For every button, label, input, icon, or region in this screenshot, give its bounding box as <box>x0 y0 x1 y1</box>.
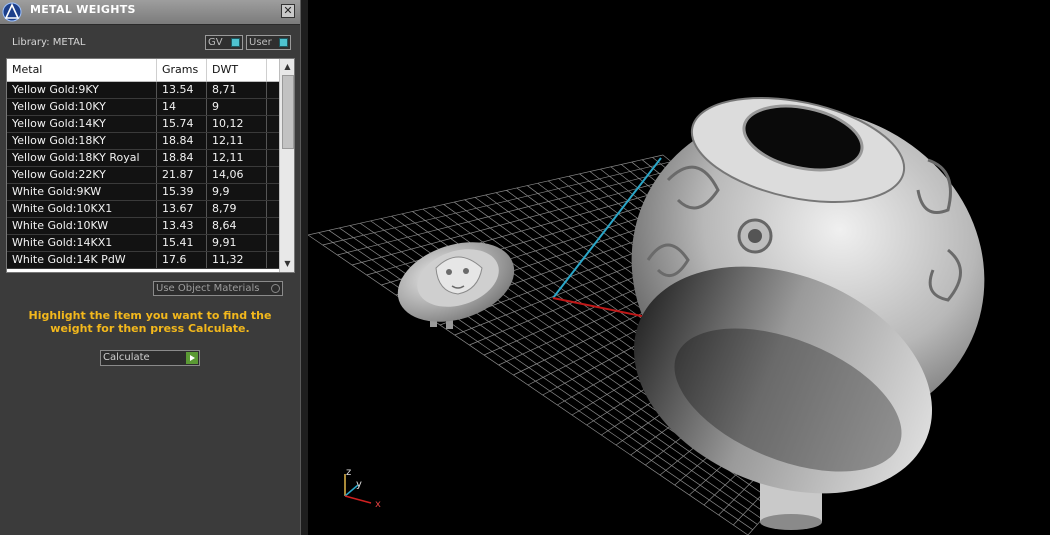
metal-weights-panel: METAL WEIGHTS ✕ Library: METAL GV User M… <box>0 0 300 535</box>
cell-dwt: 14,06 <box>207 167 267 183</box>
cell-grams: 18.84 <box>157 150 207 166</box>
cell-dwt: 10,12 <box>207 116 267 132</box>
cell-spacer <box>267 167 279 183</box>
grid-line <box>337 167 680 256</box>
cell-grams: 18.84 <box>157 133 207 149</box>
table-row[interactable]: White Gold:9KW 15.39 9,9 <box>7 184 279 201</box>
table-row[interactable]: Yellow Gold:18KY 18.84 12,11 <box>7 133 279 150</box>
panel-splitter[interactable] <box>300 0 308 535</box>
gizmo-x-axis <box>344 495 372 504</box>
cell-grams: 15.41 <box>157 235 207 251</box>
cell-dwt: 9,91 <box>207 235 267 251</box>
viewport-canvas: z y x <box>308 63 1026 535</box>
cell-spacer <box>267 116 279 132</box>
cell-metal: Yellow Gold:22KY <box>7 167 157 183</box>
table-row[interactable]: Yellow Gold:22KY 21.87 14,06 <box>7 167 279 184</box>
cell-metal: Yellow Gold:18KY Royal <box>7 150 157 166</box>
signet-ring[interactable] <box>589 63 1026 535</box>
cell-spacer <box>267 218 279 234</box>
toggle-switch-icon <box>279 38 288 47</box>
close-icon: ✕ <box>283 4 293 17</box>
cell-spacer <box>267 201 279 217</box>
cell-grams: 13.67 <box>157 201 207 217</box>
cell-grams: 13.43 <box>157 218 207 234</box>
cell-spacer <box>267 150 279 166</box>
cell-metal: White Gold:10KW <box>7 218 157 234</box>
cell-spacer <box>267 133 279 149</box>
cell-dwt: 12,11 <box>207 133 267 149</box>
close-button[interactable]: ✕ <box>281 4 295 18</box>
cell-spacer <box>267 82 279 98</box>
cell-dwt: 12,11 <box>207 150 267 166</box>
column-header-dwt[interactable]: DWT <box>207 59 267 81</box>
cell-grams: 17.6 <box>157 252 207 268</box>
gv-toggle-label: GV <box>208 37 223 48</box>
gizmo-z-label: z <box>346 467 351 478</box>
cell-grams: 15.39 <box>157 184 207 200</box>
user-toggle[interactable]: User <box>246 35 291 50</box>
column-header-grams[interactable]: Grams <box>157 59 207 81</box>
app-logo-icon <box>2 2 22 22</box>
cell-grams: 14 <box>157 99 207 115</box>
column-header-metal[interactable]: Metal <box>7 59 157 81</box>
panel-title: METAL WEIGHTS <box>30 3 136 16</box>
axis-gizmo: z y x <box>344 467 381 510</box>
calculate-label: Calculate <box>103 352 150 363</box>
cell-grams: 15.74 <box>157 116 207 132</box>
use-object-materials-label: Use Object Materials <box>156 283 260 294</box>
table-row[interactable]: White Gold:10KX1 13.67 8,79 <box>7 201 279 218</box>
cell-dwt: 8,71 <box>207 82 267 98</box>
user-toggle-label: User <box>249 37 272 48</box>
cell-metal: Yellow Gold:9KY <box>7 82 157 98</box>
gv-toggle[interactable]: GV <box>205 35 243 50</box>
calculate-button[interactable]: Calculate <box>100 350 200 366</box>
cell-dwt: 9,9 <box>207 184 267 200</box>
checkbox-icon <box>271 284 280 293</box>
table-row[interactable]: White Gold:14K PdW 17.6 11,32 <box>7 252 279 269</box>
cell-grams: 13.54 <box>157 82 207 98</box>
scroll-thumb[interactable] <box>282 75 294 149</box>
panel-titlebar: METAL WEIGHTS ✕ <box>0 0 300 25</box>
cell-spacer <box>267 235 279 251</box>
medusa-head-piece[interactable] <box>388 228 525 335</box>
cell-metal: Yellow Gold:14KY <box>7 116 157 132</box>
table-scrollbar[interactable]: ▲ ▼ <box>279 59 294 272</box>
scroll-up-icon[interactable]: ▲ <box>280 60 294 74</box>
cell-spacer <box>267 252 279 268</box>
cell-spacer <box>267 184 279 200</box>
cell-metal: Yellow Gold:10KY <box>7 99 157 115</box>
library-label: Library: METAL <box>12 37 86 48</box>
gizmo-x-label: x <box>375 499 381 510</box>
cell-metal: White Gold:14K PdW <box>7 252 157 268</box>
table-row[interactable]: Yellow Gold:14KY 15.74 10,12 <box>7 116 279 133</box>
3d-viewport[interactable]: z y x <box>308 0 1050 535</box>
cell-dwt: 11,32 <box>207 252 267 268</box>
cell-dwt: 9 <box>207 99 267 115</box>
table-header: Metal Grams DWT <box>7 59 279 82</box>
cell-dwt: 8,79 <box>207 201 267 217</box>
cell-dwt: 8,64 <box>207 218 267 234</box>
cell-metal: Yellow Gold:18KY <box>7 133 157 149</box>
table-row[interactable]: Yellow Gold:18KY Royal 18.84 12,11 <box>7 150 279 167</box>
use-object-materials-checkbox[interactable]: Use Object Materials <box>153 281 283 296</box>
table-row[interactable]: White Gold:14KX1 15.41 9,91 <box>7 235 279 252</box>
table-row[interactable]: White Gold:10KW 13.43 8,64 <box>7 218 279 235</box>
cell-metal: White Gold:9KW <box>7 184 157 200</box>
scroll-down-icon[interactable]: ▼ <box>280 257 294 271</box>
toggle-switch-icon <box>231 38 240 47</box>
metal-table: Metal Grams DWT Yellow Gold:9KY 13.54 8,71… <box>6 58 295 273</box>
table-row[interactable]: Yellow Gold:9KY 13.54 8,71 <box>7 82 279 99</box>
cell-metal: White Gold:10KX1 <box>7 201 157 217</box>
cell-metal: White Gold:14KX1 <box>7 235 157 251</box>
cell-grams: 21.87 <box>157 167 207 183</box>
instructions-text: Highlight the item you want to find the … <box>28 309 272 335</box>
cell-spacer <box>267 99 279 115</box>
play-icon <box>186 352 198 364</box>
gizmo-y-label: y <box>356 479 362 490</box>
table-row[interactable]: Yellow Gold:10KY 14 9 <box>7 99 279 116</box>
